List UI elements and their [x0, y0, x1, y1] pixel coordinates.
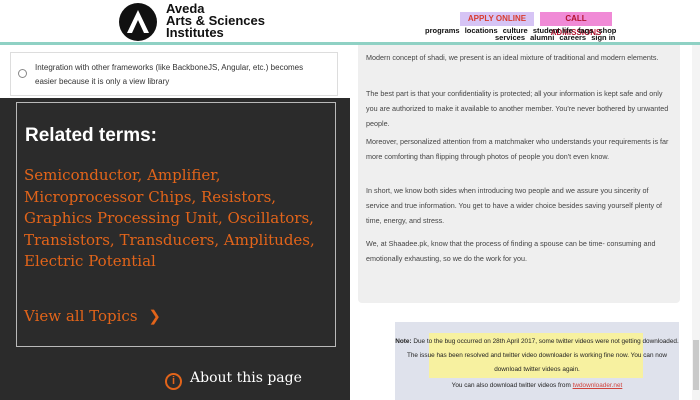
notice-line-4: You can also download twitter videos fro… — [395, 382, 679, 389]
chevron-right-icon: ❯ — [148, 307, 161, 325]
article-paragraph: Modern concept of shadi, we present is a… — [366, 53, 659, 62]
nav-item-services[interactable]: services — [495, 33, 525, 42]
nav-item-careers[interactable]: careers — [559, 33, 586, 42]
notice-text-4: You can also download twitter videos fro… — [451, 382, 571, 389]
term-link[interactable]: Resistors, — [201, 188, 276, 206]
term-link[interactable]: Amplifier, — [147, 166, 220, 184]
header-divider — [0, 42, 700, 45]
nav-item-sign-in[interactable]: sign in — [591, 33, 615, 42]
term-link[interactable]: Microprocessor Chips, — [24, 188, 196, 206]
aveda-logo-icon[interactable] — [119, 3, 157, 41]
article-paragraph: We, at Shaadee.pk, know that the process… — [366, 239, 656, 263]
term-link[interactable]: Amplitudes, — [224, 231, 315, 249]
brand-line-3: Institutes — [166, 25, 224, 40]
scrollbar-thumb[interactable] — [693, 340, 699, 390]
notice-line-1: Note: Due to the bug occurred on 28th Ap… — [395, 338, 679, 345]
nav-item-programs[interactable]: programs — [425, 26, 460, 35]
nav-item-alumni[interactable]: alumni — [530, 33, 554, 42]
term-link[interactable]: Transducers, — [119, 231, 219, 249]
apply-online-button[interactable]: APPLY ONLINE — [460, 12, 534, 26]
notice-text-1: Due to the bug occurred on 28th April 20… — [413, 338, 679, 345]
view-all-topics-label: View all Topics — [24, 307, 138, 325]
nav-item-locations[interactable]: locations — [465, 26, 498, 35]
radio-button-icon[interactable] — [18, 69, 27, 78]
article-paragraph: In short, we know both sides when introd… — [366, 186, 663, 225]
related-terms-heading: Related terms: — [25, 125, 157, 146]
twdownloader-link[interactable]: twdownloader.net — [573, 382, 623, 389]
term-link[interactable]: Oscillators, — [228, 209, 314, 227]
about-this-page-link[interactable]: i About this page — [165, 370, 302, 390]
call-admissions-button[interactable]: CALL ADMISSIONS — [540, 12, 612, 37]
article-paragraph: Moreover, personalized attention from a … — [366, 137, 669, 161]
about-this-page-label: About this page — [190, 370, 302, 386]
site-header: Aveda Arts & Sciences Institutes APPLY O… — [0, 0, 700, 44]
term-link[interactable]: Semiconductor, — [24, 166, 142, 184]
term-link[interactable]: Graphics Processing Unit, — [24, 209, 223, 227]
related-terms-list: Semiconductor, Amplifier, Microprocessor… — [24, 165, 329, 273]
notice-line-3: download twitter videos again. — [494, 366, 580, 373]
quiz-option-label: Integration with other frameworks (like … — [35, 63, 304, 86]
brand-name[interactable]: Aveda Arts & Sciences Institutes — [166, 2, 265, 40]
info-circle-icon: i — [165, 373, 182, 390]
notice-label: Note: — [395, 338, 412, 345]
notice-line-2: The issue has been resolved and twitter … — [406, 352, 668, 359]
quiz-option[interactable]: Integration with other frameworks (like … — [10, 52, 338, 96]
secondary-nav: services alumni careers sign in — [495, 33, 618, 42]
view-all-topics-link[interactable]: View all Topics ❯ — [24, 307, 161, 325]
term-link[interactable]: Transistors, — [24, 231, 115, 249]
term-link[interactable]: Electric Potential — [24, 252, 156, 270]
article-paragraph: The best part is that your confidentiali… — [366, 89, 669, 128]
